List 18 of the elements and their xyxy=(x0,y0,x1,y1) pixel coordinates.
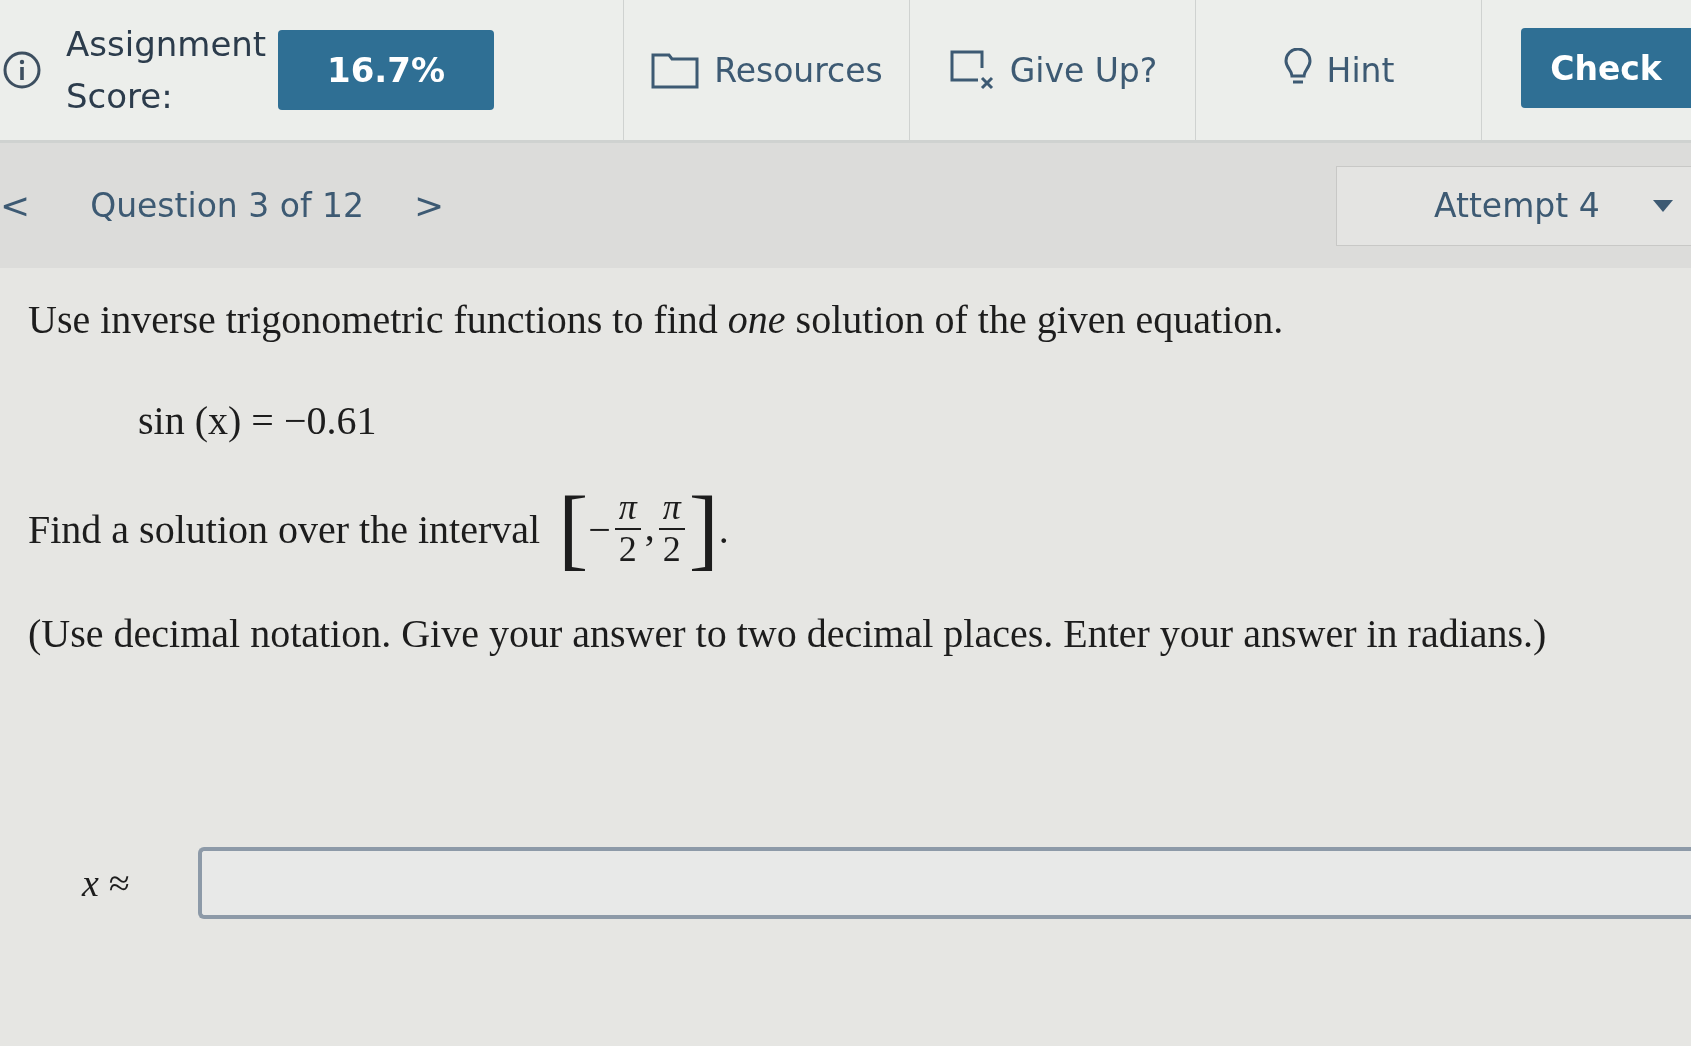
question-number: Question 3 of 12 xyxy=(90,186,365,225)
note-text: (Use decimal notation. Give your answer to two decimal places. Enter your answer in radians.) xyxy=(28,610,1548,657)
interval-text: Find a solution over the interval xyxy=(28,505,541,553)
score-badge: 16.7% xyxy=(278,30,494,110)
answer-field[interactable] xyxy=(198,847,1691,919)
check-button[interactable]: Check xyxy=(1521,28,1691,108)
toolbar-button[interactable]: Hint xyxy=(1196,0,1482,140)
score-label: Assignment Score: xyxy=(66,23,266,118)
attempt-dropdown[interactable]: Attempt 4 xyxy=(1336,165,1691,246)
toolbar-button[interactable]: Resources xyxy=(624,0,910,140)
caret-icon xyxy=(1653,199,1673,212)
equation: sin (x) = −0.61 xyxy=(138,397,378,444)
previous-button[interactable]: < xyxy=(0,185,39,226)
next-button[interactable]: > xyxy=(394,185,465,226)
instruction-text: Use inverse trigonometric functions to find one solution of the given equation. xyxy=(28,296,1285,343)
info-icon[interactable] xyxy=(2,50,42,90)
toolbar-button[interactable]: Give Up? xyxy=(910,0,1196,140)
answer-label: x ≈ xyxy=(80,861,131,905)
